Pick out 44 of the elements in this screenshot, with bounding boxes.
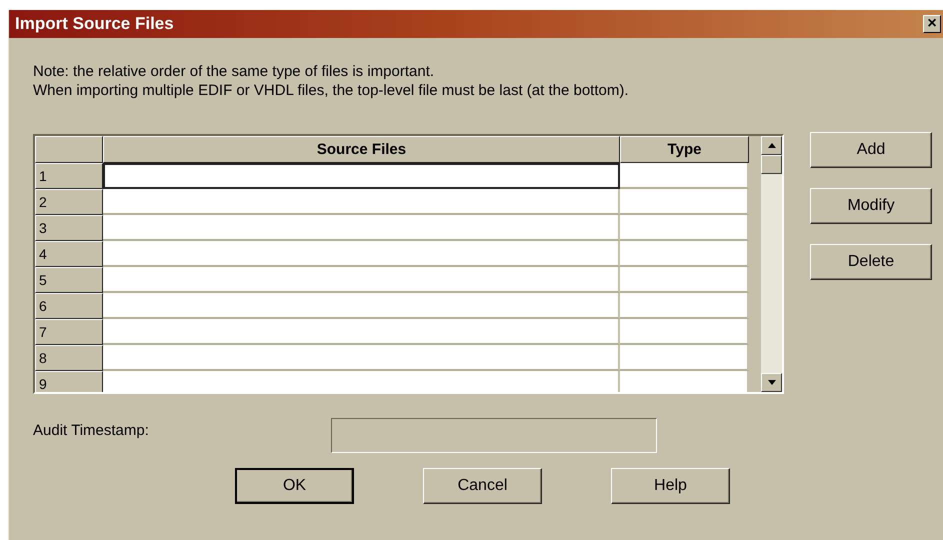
table-cell[interactable] [620,319,749,345]
row-header[interactable]: 3 [35,215,103,241]
row-header[interactable]: 4 [35,241,103,267]
table-cell[interactable] [103,293,620,319]
row-header[interactable]: 5 [35,267,103,293]
table-cell[interactable] [103,345,620,371]
table-cell[interactable] [103,319,620,345]
action-button[interactable]: Add [810,132,932,168]
scroll-down-icon[interactable] [761,373,782,392]
action-button[interactable]: Delete [810,244,932,280]
action-button[interactable]: Modify [810,188,932,224]
table-cell[interactable] [103,241,620,267]
table-cell[interactable] [103,371,620,392]
column-header[interactable]: Source Files [103,136,620,163]
table-cell[interactable] [103,215,620,241]
note-text: Note: the relative order of the same type of files is important. [33,62,436,81]
window-title: Import Source Files [15,14,174,34]
table-cell[interactable] [620,241,749,267]
table-cell[interactable] [103,163,620,189]
dialog-button[interactable]: Cancel [423,468,542,504]
close-button[interactable]: × [923,15,941,33]
note-text: When importing multiple EDIF or VHDL files, the top-level file must be last (at the bottom). [33,81,630,100]
table-cell[interactable] [620,293,749,319]
row-header[interactable]: 7 [35,319,103,345]
dialog-button[interactable]: Help [611,468,730,504]
row-header[interactable]: 9 [35,371,103,392]
column-header[interactable]: Type [620,136,749,163]
table-cell[interactable] [620,215,749,241]
audit-timestamp-label: Audit Timestamp: [33,422,150,438]
row-header[interactable]: 1 [35,163,103,189]
table-cell[interactable] [620,163,749,189]
row-header[interactable]: 2 [35,189,103,215]
table-cell[interactable] [620,371,749,392]
table-cell[interactable] [620,345,749,371]
table-cell[interactable] [620,267,749,293]
scroll-up-icon[interactable] [761,136,782,155]
table-cell[interactable] [103,189,620,215]
scroll-thumb[interactable] [761,155,782,174]
table-cell[interactable] [103,267,620,293]
row-header[interactable]: 8 [35,345,103,371]
dialog-button[interactable]: OK [235,468,354,504]
table-cell[interactable] [620,189,749,215]
row-header[interactable]: 6 [35,293,103,319]
scrollbar[interactable] [761,136,782,392]
